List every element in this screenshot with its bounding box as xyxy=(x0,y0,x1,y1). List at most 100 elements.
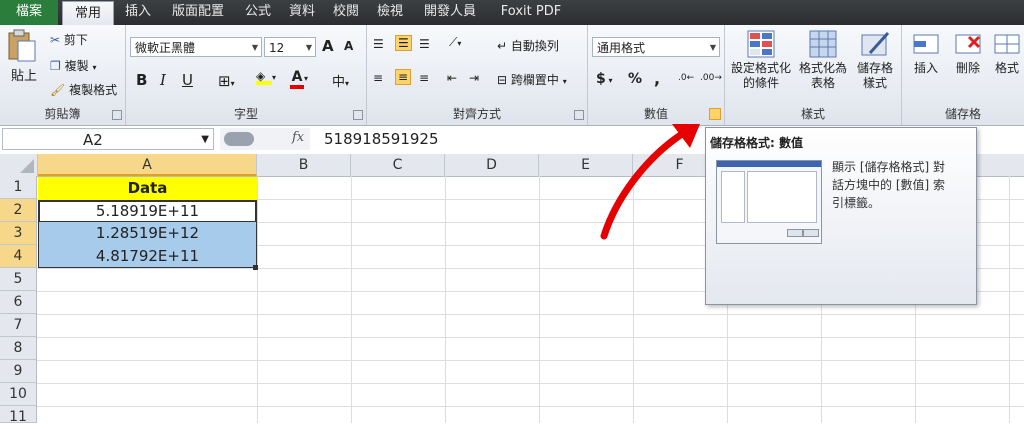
gridline xyxy=(37,406,1024,407)
gridline xyxy=(1009,176,1010,423)
format-painter-label: 複製格式 xyxy=(69,83,118,97)
delete-cells-button[interactable]: 刪除 xyxy=(948,29,988,76)
tab-insert[interactable]: 插入 xyxy=(118,0,158,25)
fill-color-button[interactable]: ◈ ▾ xyxy=(256,69,276,85)
column-header-b[interactable]: B xyxy=(257,154,351,176)
align-bottom-icon: ☰ xyxy=(419,37,430,51)
alignment-launcher-icon[interactable] xyxy=(574,110,584,120)
paste-button[interactable]: 貼上 xyxy=(6,29,42,89)
font-name-value: 微軟正黑體 xyxy=(135,41,196,55)
font-size-combo[interactable]: 12 ▼ xyxy=(264,37,316,57)
insert-cells-label: 插入 xyxy=(913,61,938,75)
row-header-4[interactable]: 4 xyxy=(0,245,37,268)
scissors-icon: ✂ xyxy=(50,33,61,47)
align-center-button[interactable]: ≡ xyxy=(395,69,412,85)
merge-label: 跨欄置中 xyxy=(510,73,559,87)
fill-bucket-icon: ◈ xyxy=(256,69,272,85)
orientation-button[interactable]: ⟋▾ xyxy=(449,35,461,50)
comma-button[interactable]: , xyxy=(654,69,660,88)
align-left-icon: ≡ xyxy=(373,71,384,85)
cell-a4[interactable]: 4.81792E+11 xyxy=(38,245,257,268)
cut-label: 剪下 xyxy=(63,33,88,47)
format-as-table-button[interactable]: 格式化為 表格 xyxy=(797,27,849,91)
borders-button[interactable]: ⊞▾ xyxy=(218,72,235,90)
row-header-5[interactable]: 5 xyxy=(0,268,37,291)
font-color-button[interactable]: A ▾ xyxy=(290,69,308,89)
tab-file[interactable]: 檔案 xyxy=(0,0,58,25)
font-name-combo[interactable]: 微軟正黑體 ▼ xyxy=(130,37,262,57)
row-header-6[interactable]: 6 xyxy=(0,291,37,314)
decrease-indent-button[interactable]: ⇤ xyxy=(447,71,457,85)
phonetic-button[interactable]: 中▾ xyxy=(332,71,349,90)
tab-view[interactable]: 檢視 xyxy=(370,0,410,25)
tab-developer[interactable]: 開發人員 xyxy=(414,0,486,25)
align-right-button[interactable]: ≡ xyxy=(419,71,429,85)
insert-cells-button[interactable]: 插入 xyxy=(906,29,946,76)
cell-a3[interactable]: 1.28519E+12 xyxy=(38,222,257,245)
conditional-format-icon xyxy=(747,30,775,58)
decrease-decimal-button[interactable]: .00→ xyxy=(700,73,722,83)
name-box[interactable]: A2 ▼ xyxy=(2,128,214,150)
format-cells-button[interactable]: 格式 xyxy=(990,29,1024,76)
conditional-format-button[interactable]: 設定格式化 的條件 xyxy=(729,27,793,91)
row-header-9[interactable]: 9 xyxy=(0,360,37,383)
shrink-font-button[interactable]: A xyxy=(344,39,353,53)
tab-page-layout[interactable]: 版面配置 xyxy=(162,0,234,25)
increase-decimal-icon: .0← xyxy=(678,73,695,83)
cut-button[interactable]: ✂ 剪下 xyxy=(50,31,88,48)
tooltip-title: 儲存格格式: 數值 xyxy=(710,136,803,150)
font-launcher-icon[interactable] xyxy=(353,110,363,120)
fx-icon[interactable]: fx xyxy=(292,130,304,145)
number-format-combo[interactable]: 通用格式 ▼ xyxy=(592,37,720,57)
chevron-down-icon: ▼ xyxy=(305,43,312,52)
number-launcher-icon[interactable] xyxy=(709,108,721,120)
format-painter-button[interactable]: 🖌 複製格式 xyxy=(50,81,117,98)
column-header-a[interactable]: A xyxy=(38,154,257,176)
annotation-arrow xyxy=(600,124,700,240)
align-left-button[interactable]: ≡ xyxy=(373,71,383,85)
clipboard-launcher-icon[interactable] xyxy=(112,110,122,120)
italic-button[interactable]: I xyxy=(160,71,166,89)
tab-foxit-pdf[interactable]: Foxit PDF xyxy=(490,0,572,25)
align-top-button[interactable]: ☰ xyxy=(373,37,384,51)
column-header-c[interactable]: C xyxy=(351,154,445,176)
row-header-10[interactable]: 10 xyxy=(0,383,37,406)
tab-data[interactable]: 資料 xyxy=(282,0,322,25)
percent-button[interactable]: % xyxy=(628,71,642,87)
column-header-d[interactable]: D xyxy=(445,154,539,176)
row-header-11[interactable]: 11 xyxy=(0,406,37,425)
format-cells-label: 格式 xyxy=(994,61,1019,75)
align-middle-icon: ☰ xyxy=(398,36,409,50)
increase-indent-button[interactable]: ⇥ xyxy=(469,71,479,85)
underline-button[interactable]: U xyxy=(182,71,193,89)
row-header-1[interactable]: 1 xyxy=(0,176,37,199)
tab-formulas[interactable]: 公式 xyxy=(238,0,278,25)
formula-tools: fx xyxy=(220,128,310,150)
resize-handle-icon[interactable] xyxy=(224,132,254,146)
align-middle-button[interactable]: ☰ xyxy=(395,35,412,51)
grow-font-button[interactable]: A xyxy=(322,37,334,55)
row-header-3[interactable]: 3 xyxy=(0,222,37,245)
row-header-2[interactable]: 2 xyxy=(0,199,37,222)
group-label-styles: 樣式 xyxy=(800,107,825,121)
currency-button[interactable]: $ ▾ xyxy=(596,71,613,87)
group-cells: 插入 刪除 格式 儲存格 xyxy=(902,25,1024,125)
merge-center-button[interactable]: ⊟ 跨欄置中 ▾ xyxy=(497,71,567,88)
bold-button[interactable]: B xyxy=(136,71,147,89)
row-header-8[interactable]: 8 xyxy=(0,337,37,360)
increase-decimal-button[interactable]: .0← xyxy=(678,73,694,83)
select-all-corner[interactable] xyxy=(0,154,38,176)
cell-a1[interactable]: Data xyxy=(38,177,257,200)
cell-a2[interactable]: 5.18919E+11 xyxy=(38,200,257,223)
copy-button[interactable]: ❐ 複製 ▾ xyxy=(50,57,96,74)
cell-styles-button[interactable]: 儲存格 樣式 xyxy=(851,27,899,91)
row-header-7[interactable]: 7 xyxy=(0,314,37,337)
fill-handle[interactable] xyxy=(253,265,258,270)
dialog-preview-image xyxy=(716,160,822,244)
align-bottom-button[interactable]: ☰ xyxy=(419,37,430,51)
wrap-text-button[interactable]: ↵ 自動換列 xyxy=(497,37,559,54)
tab-home[interactable]: 常用 xyxy=(62,1,114,26)
conditional-format-label-1: 設定格式化 xyxy=(730,61,791,75)
tab-review[interactable]: 校閱 xyxy=(326,0,366,25)
gridline xyxy=(37,314,1024,315)
